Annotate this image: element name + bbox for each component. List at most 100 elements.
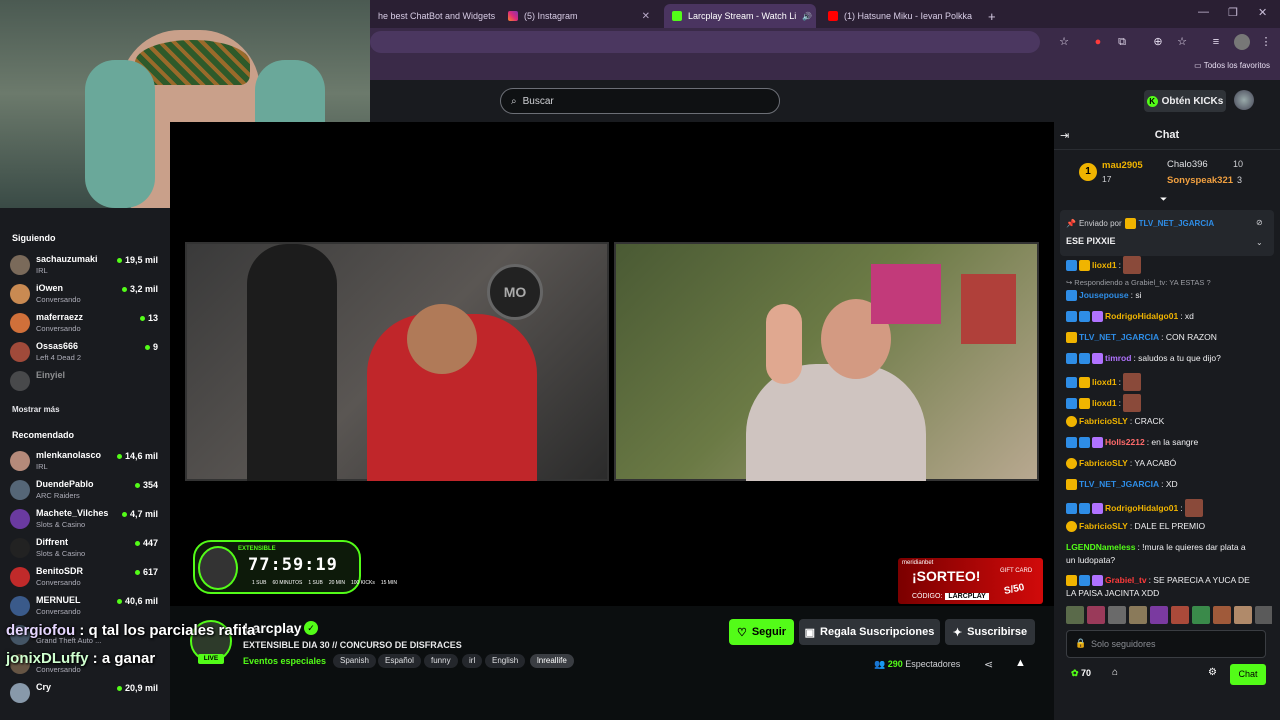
chat-message[interactable]: FabricioSLY: CRACK (1066, 415, 1276, 427)
sidebar-channel[interactable]: sachauzumaki IRL 19,5 mil (10, 252, 160, 280)
chat-message[interactable]: Holls2212: en la sangre (1066, 436, 1276, 448)
chat-username[interactable]: Jousepouse (1079, 289, 1129, 301)
pinned-message[interactable] (1060, 210, 1274, 256)
chat-message[interactable]: timrod: saludos a tu que dijo? (1066, 352, 1276, 364)
sidebar-channel[interactable]: maferraezz Conversando 13 (10, 310, 160, 338)
chat-username[interactable]: RodrigoHidalgo01 (1105, 310, 1178, 322)
settings-icon[interactable]: ⚙ (1208, 667, 1217, 678)
browser-tab-youtube[interactable]: (1) Hatsune Miku - Ievan Polkka✕ (820, 4, 978, 28)
browser-tab-instagram[interactable]: (5) Instagram ✕ (500, 4, 658, 28)
chat-message[interactable]: RodrigoHidalgo01: (1066, 499, 1276, 517)
menu-icon[interactable]: ⋮ (1258, 34, 1274, 50)
sidebar-channel[interactable]: MERNUEL Conversando 40,6 mil (10, 593, 160, 621)
puzzle-icon[interactable]: ⧉ (1114, 34, 1130, 50)
chat-message[interactable]: Jousepouse: si (1066, 289, 1276, 301)
chevron-down-icon[interactable]: ⌄ (1256, 238, 1263, 247)
chat-username[interactable]: timrod (1105, 352, 1131, 364)
chat-message[interactable]: TLV_NET_JGARCIA: XD (1066, 478, 1276, 490)
search-input[interactable]: ⌕ Buscar (500, 88, 780, 114)
address-bar[interactable] (370, 31, 1040, 53)
chat-message[interactable]: LA PAISA JACINTA XDD (1066, 587, 1276, 599)
follow-button[interactable]: ♡ Seguir (729, 619, 794, 645)
sidebar-channel[interactable]: Einyiel (10, 368, 160, 396)
sidebar-channel[interactable]: Ossas666 Left 4 Dead 2 9 (10, 339, 160, 367)
chat-username[interactable]: lioxd1 (1092, 376, 1117, 388)
new-tab-button[interactable]: + (980, 4, 1000, 28)
sidebar-channel[interactable]: Cry 20,9 mil (10, 680, 160, 708)
star-icon[interactable]: ☆ (1056, 34, 1072, 50)
chat-message[interactable]: un ludopata? (1066, 554, 1276, 566)
user-avatar[interactable] (1234, 90, 1254, 110)
close-icon[interactable]: ✕ (642, 11, 650, 22)
sidebar-channel[interactable]: mlenkanolasco IRL 14,6 mil (10, 448, 160, 476)
browser-tab-larcplay[interactable]: Larcplay Stream - Watch Li 🔊✕ (664, 4, 816, 28)
channel-points[interactable]: ✿ 70 (1071, 668, 1091, 679)
tag[interactable]: funny (424, 654, 458, 668)
chat-message[interactable]: lioxd1: (1066, 256, 1276, 274)
send-chat-button[interactable]: Chat (1230, 664, 1266, 685)
chat-message[interactable]: ↪ Respondiendo a Grabiel_tv: YA ESTAS ? (1066, 277, 1276, 289)
sidebar-channel[interactable]: Diffrent Slots & Casino 447 (10, 535, 160, 563)
subscribe-button[interactable]: ✦ Suscribirse (945, 619, 1035, 645)
chat-username[interactable]: LGENDNameless (1066, 541, 1135, 553)
minimize-icon[interactable]: — (1198, 6, 1209, 18)
media-icon[interactable]: ≡ (1208, 34, 1224, 50)
tag[interactable]: English (485, 654, 526, 668)
leaderboard-user[interactable]: Chalo396 (1167, 159, 1208, 170)
chat-message[interactable]: FabricioSLY: DALE EL PREMIO (1066, 520, 1276, 532)
chat-username[interactable]: lioxd1 (1092, 397, 1117, 409)
tag[interactable]: Spanish (333, 654, 376, 668)
leaderboard-user[interactable]: Sonyspeak321 (1167, 175, 1233, 186)
chat-message[interactable]: Grabiel_tv: SE PARECIA A YUCA DE (1066, 574, 1276, 586)
show-more-link[interactable]: Mostrar más (12, 405, 60, 414)
restore-icon[interactable]: ❐ (1228, 6, 1238, 19)
all-bookmarks[interactable]: ▭ Todos los favoritos (1194, 61, 1270, 70)
store-icon[interactable]: ⌂ (1112, 667, 1118, 678)
chat-username[interactable]: RodrigoHidalgo01 (1105, 502, 1178, 514)
speaker-icon[interactable]: 🔊 (802, 12, 812, 21)
chat-message[interactable]: lioxd1: (1066, 373, 1276, 391)
sidebar-channel[interactable]: DuendePablo ARC Raiders 354 (10, 477, 160, 505)
emote[interactable] (1108, 606, 1126, 624)
chat-message[interactable]: TLV_NET_JGARCIA: CON RAZON (1066, 331, 1276, 343)
chat-message[interactable]: FabricioSLY: YA ACABÓ (1066, 457, 1276, 469)
emote[interactable] (1171, 606, 1189, 624)
share-icon[interactable]: ⋖ (984, 658, 993, 671)
chat-username[interactable]: TLV_NET_JGARCIA (1079, 478, 1159, 490)
tag[interactable]: lnreallife (530, 654, 574, 668)
chat-username[interactable]: Holls2212 (1105, 436, 1145, 448)
emote[interactable] (1150, 606, 1168, 624)
browser-tab-chatbot[interactable]: he best ChatBot and Widgets✕ (370, 4, 500, 28)
get-kicks-button[interactable]: K Obtén KICKs (1144, 90, 1226, 112)
stream-category[interactable]: Eventos especiales (243, 656, 326, 666)
sidebar-channel[interactable]: Machete_Vilches Slots & Casino 4,7 mil (10, 506, 160, 534)
leaderboard-user[interactable]: mau2905 (1102, 160, 1143, 171)
chat-input[interactable]: 🔒 Solo seguidores (1066, 630, 1266, 658)
bookmark-icon[interactable]: ☆ (1174, 34, 1190, 50)
sidebar-channel[interactable]: BenitoSDR Conversando 617 (10, 564, 160, 592)
sidebar-channel[interactable]: iOwen Conversando 3,2 mil (10, 281, 160, 309)
chat-username[interactable]: FabricioSLY (1079, 457, 1128, 469)
chat-message[interactable]: lioxd1: (1066, 394, 1276, 412)
gift-subs-button[interactable]: ▣ Regala Suscripciones (799, 619, 940, 645)
emote[interactable] (1129, 606, 1147, 624)
chat-message[interactable]: RodrigoHidalgo01: xd (1066, 310, 1276, 322)
tag[interactable]: irl (462, 654, 483, 668)
emote[interactable] (1234, 606, 1252, 624)
translate-icon[interactable]: ⊕ (1150, 34, 1166, 50)
extension-icon[interactable]: ● (1090, 34, 1106, 50)
emote[interactable] (1255, 606, 1272, 624)
tag[interactable]: Español (378, 654, 421, 668)
chat-username[interactable]: lioxd1 (1092, 259, 1117, 271)
unpin-icon[interactable]: ⊘ (1256, 218, 1263, 227)
report-icon[interactable]: ▲ (1015, 657, 1026, 669)
emote[interactable] (1213, 606, 1231, 624)
chat-username[interactable]: Grabiel_tv (1105, 574, 1147, 586)
chat-username[interactable]: FabricioSLY (1079, 520, 1128, 532)
emote[interactable] (1192, 606, 1210, 624)
chat-username[interactable]: FabricioSLY (1079, 415, 1128, 427)
chat-message[interactable]: LGENDNameless: !mura le quieres dar plat… (1066, 541, 1276, 553)
emote[interactable] (1087, 606, 1105, 624)
chat-username[interactable]: TLV_NET_JGARCIA (1079, 331, 1159, 343)
emote[interactable] (1066, 606, 1084, 624)
